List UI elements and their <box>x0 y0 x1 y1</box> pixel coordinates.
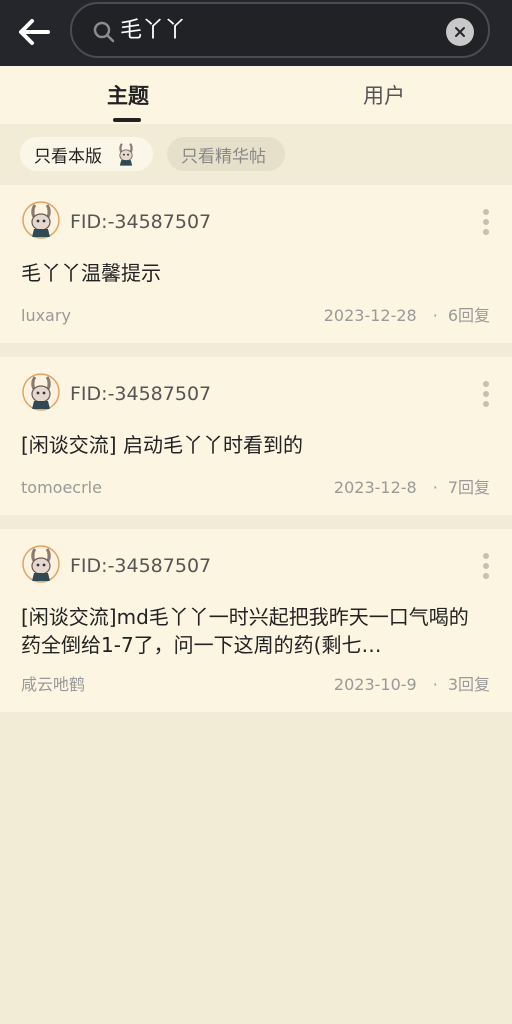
post-meta: 2023-12-8 · 7回复 <box>333 478 490 497</box>
post-author[interactable]: tomoecrle <box>21 478 102 498</box>
post-date: 2023-10-9 <box>333 675 417 694</box>
tab-users[interactable]: 用户 <box>256 66 512 124</box>
tab-bar: 主题 用户 <box>0 66 512 124</box>
board-avatar-icon <box>22 545 60 583</box>
post-date: 2023-12-28 <box>323 306 417 325</box>
board-avatar-icon <box>22 373 60 411</box>
post-title: [闲谈交流] 启动毛丫丫时看到的 <box>21 433 303 457</box>
post-author[interactable]: 咸云吔鹤 <box>21 675 85 695</box>
active-tab-indicator <box>113 118 141 122</box>
arrow-left-icon <box>19 19 50 45</box>
filter-label: 只看本版 <box>34 146 102 167</box>
post-fid: FID:-34587507 <box>70 555 212 577</box>
post-meta: 2023-12-28 · 6回复 <box>323 306 490 325</box>
search-icon <box>93 21 115 43</box>
back-button[interactable] <box>14 12 54 52</box>
filter-only-this-board[interactable]: 只看本版 <box>20 137 153 171</box>
post-replies: 6回复 <box>447 306 490 325</box>
post-fid: FID:-34587507 <box>70 383 212 405</box>
more-options-icon[interactable] <box>480 207 492 239</box>
board-avatar-icon <box>119 143 133 166</box>
filter-only-featured[interactable]: 只看精华帖 <box>167 137 285 171</box>
post-card[interactable]: FID:-34587507 [闲谈交流] 启动毛丫丫时看到的 tomoecrle… <box>0 357 512 515</box>
close-icon <box>455 27 465 37</box>
post-title: 毛丫丫温馨提示 <box>21 261 161 285</box>
more-options-icon[interactable] <box>480 551 492 583</box>
post-card[interactable]: FID:-34587507 [闲谈交流]md毛丫丫一时兴起把我昨天一口气喝的药全… <box>0 529 512 712</box>
post-title: [闲谈交流]md毛丫丫一时兴起把我昨天一口气喝的药全倒给1-7了，问一下这周的药… <box>21 605 469 657</box>
post-fid: FID:-34587507 <box>70 211 212 233</box>
tab-topics[interactable]: 主题 <box>0 66 256 124</box>
top-bar: 毛丫丫 <box>0 0 512 66</box>
post-author[interactable]: luxary <box>21 306 71 326</box>
post-replies: 7回复 <box>447 478 490 497</box>
search-input[interactable]: 毛丫丫 <box>70 2 490 58</box>
post-date: 2023-12-8 <box>333 478 417 497</box>
board-avatar-icon <box>22 201 60 239</box>
search-query[interactable]: 毛丫丫 <box>120 16 186 46</box>
more-options-icon[interactable] <box>480 379 492 411</box>
post-replies: 3回复 <box>447 675 490 694</box>
post-card[interactable]: FID:-34587507 毛丫丫温馨提示 luxary 2023-12-28 ·… <box>0 185 512 343</box>
clear-search-button[interactable] <box>446 18 474 46</box>
post-meta: 2023-10-9 · 3回复 <box>333 675 490 694</box>
